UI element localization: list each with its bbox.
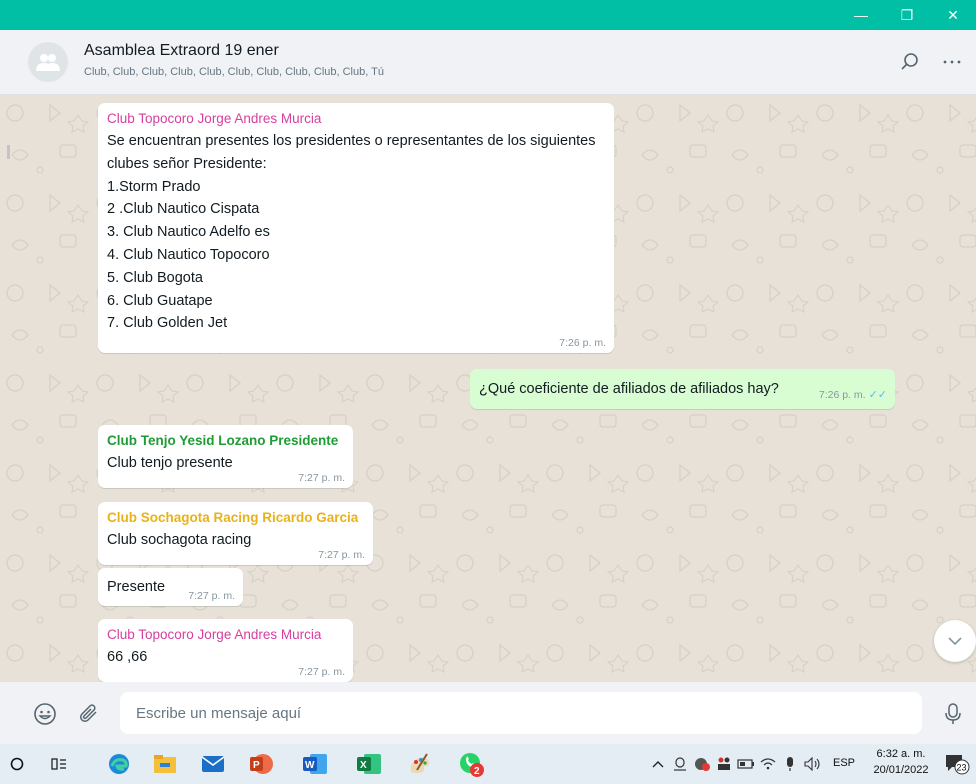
message-time: 7:26 p. m.	[818, 389, 866, 401]
read-receipt-icon: ✓✓	[868, 389, 887, 401]
paint-icon[interactable]	[404, 750, 434, 778]
tray-share-icon[interactable]	[714, 750, 734, 778]
message-sender[interactable]: Club Topocoro Jorge Andres Murcia	[107, 111, 605, 126]
scroll-down-button[interactable]	[934, 620, 976, 662]
chat-members[interactable]: Club, Club, Club, Club, Club, Club, Club…	[84, 66, 384, 78]
message-bubble[interactable]: Presente 7:27 p. m.	[98, 568, 243, 606]
message-bubble[interactable]: Club Topocoro Jorge Andres Murcia 66 ,66…	[98, 619, 353, 682]
notifications-count: 23	[957, 763, 967, 773]
volume-icon[interactable]	[802, 750, 824, 778]
group-icon	[36, 54, 60, 71]
emoji-icon[interactable]	[32, 701, 58, 727]
svg-text:W: W	[305, 760, 315, 771]
chat-title[interactable]: Asamblea Extraord 19 ener	[84, 42, 279, 60]
windows-taskbar: P W X 2 ESP 6:32 a. m. 20/01/2022 23	[0, 744, 976, 784]
message-time-group: 7:26 p. m. ✓✓	[819, 388, 887, 401]
whatsapp-badge: 2	[474, 766, 480, 777]
message-time: 7:27 p. m.	[318, 549, 365, 561]
battery-icon[interactable]	[736, 750, 756, 778]
chevron-down-icon	[948, 637, 962, 645]
svg-text:X: X	[360, 760, 367, 771]
close-button[interactable]: ✕	[930, 0, 976, 30]
chat-messages[interactable]: Club Topocoro Jorge Andres Murcia Se enc…	[0, 95, 976, 682]
message-text: Se encuentran presentes los presidentes …	[107, 133, 596, 332]
message-time: 7:27 p. m.	[188, 590, 235, 602]
svg-text:P: P	[253, 760, 260, 771]
minimize-button[interactable]: —	[838, 0, 884, 30]
message-time: 7:27 p. m.	[298, 472, 345, 484]
sidebar-edge	[7, 145, 10, 159]
message-sender[interactable]: Club Tenjo Yesid Lozano Presidente	[107, 433, 344, 448]
restore-button[interactable]: ❐	[884, 0, 930, 30]
clock-date[interactable]: 20/01/2022	[866, 764, 936, 776]
chevron-up-icon[interactable]	[648, 750, 668, 778]
mail-icon[interactable]	[198, 750, 228, 778]
message-input[interactable]	[120, 692, 922, 734]
message-sender[interactable]: Club Topocoro Jorge Andres Murcia	[107, 627, 344, 642]
language-indicator[interactable]: ESP	[833, 757, 855, 769]
powerpoint-icon[interactable]: P	[246, 750, 276, 778]
chat-header: Asamblea Extraord 19 ener Club, Club, Cl…	[0, 30, 976, 95]
message-bubble[interactable]: Club Sochagota Racing Ricardo Garcia Clu…	[98, 502, 373, 565]
edge-icon[interactable]	[104, 750, 134, 778]
message-composer	[0, 682, 976, 744]
message-sender[interactable]: Club Sochagota Racing Ricardo Garcia	[107, 510, 364, 525]
message-bubble-outgoing[interactable]: ¿Qué coeficiente de afiliados de afiliad…	[470, 369, 895, 409]
clock-time[interactable]: 6:32 a. m.	[870, 748, 932, 760]
message-time: 7:27 p. m.	[298, 666, 345, 678]
whatsapp-icon[interactable]: 2	[456, 750, 486, 778]
file-explorer-icon[interactable]	[150, 750, 180, 778]
microphone-icon[interactable]	[940, 701, 966, 727]
message-time: 7:26 p. m.	[559, 337, 606, 349]
task-view-icon[interactable]	[44, 750, 74, 778]
notifications-icon[interactable]: 23	[943, 750, 971, 778]
group-avatar[interactable]	[28, 42, 68, 82]
cortana-search-icon[interactable]	[2, 750, 32, 778]
window-titlebar: — ❐ ✕	[0, 0, 976, 30]
tray-sync-icon[interactable]	[692, 750, 712, 778]
excel-icon[interactable]: X	[354, 750, 384, 778]
search-icon[interactable]	[898, 50, 922, 74]
menu-icon[interactable]	[940, 50, 964, 74]
wifi-icon[interactable]	[758, 750, 778, 778]
attach-icon[interactable]	[76, 701, 102, 727]
message-bubble[interactable]: Club Tenjo Yesid Lozano Presidente Club …	[98, 425, 353, 488]
tray-app-icon[interactable]	[670, 750, 690, 778]
word-icon[interactable]: W	[300, 750, 330, 778]
message-bubble[interactable]: Club Topocoro Jorge Andres Murcia Se enc…	[98, 103, 614, 353]
microphone-tray-icon[interactable]	[780, 750, 800, 778]
